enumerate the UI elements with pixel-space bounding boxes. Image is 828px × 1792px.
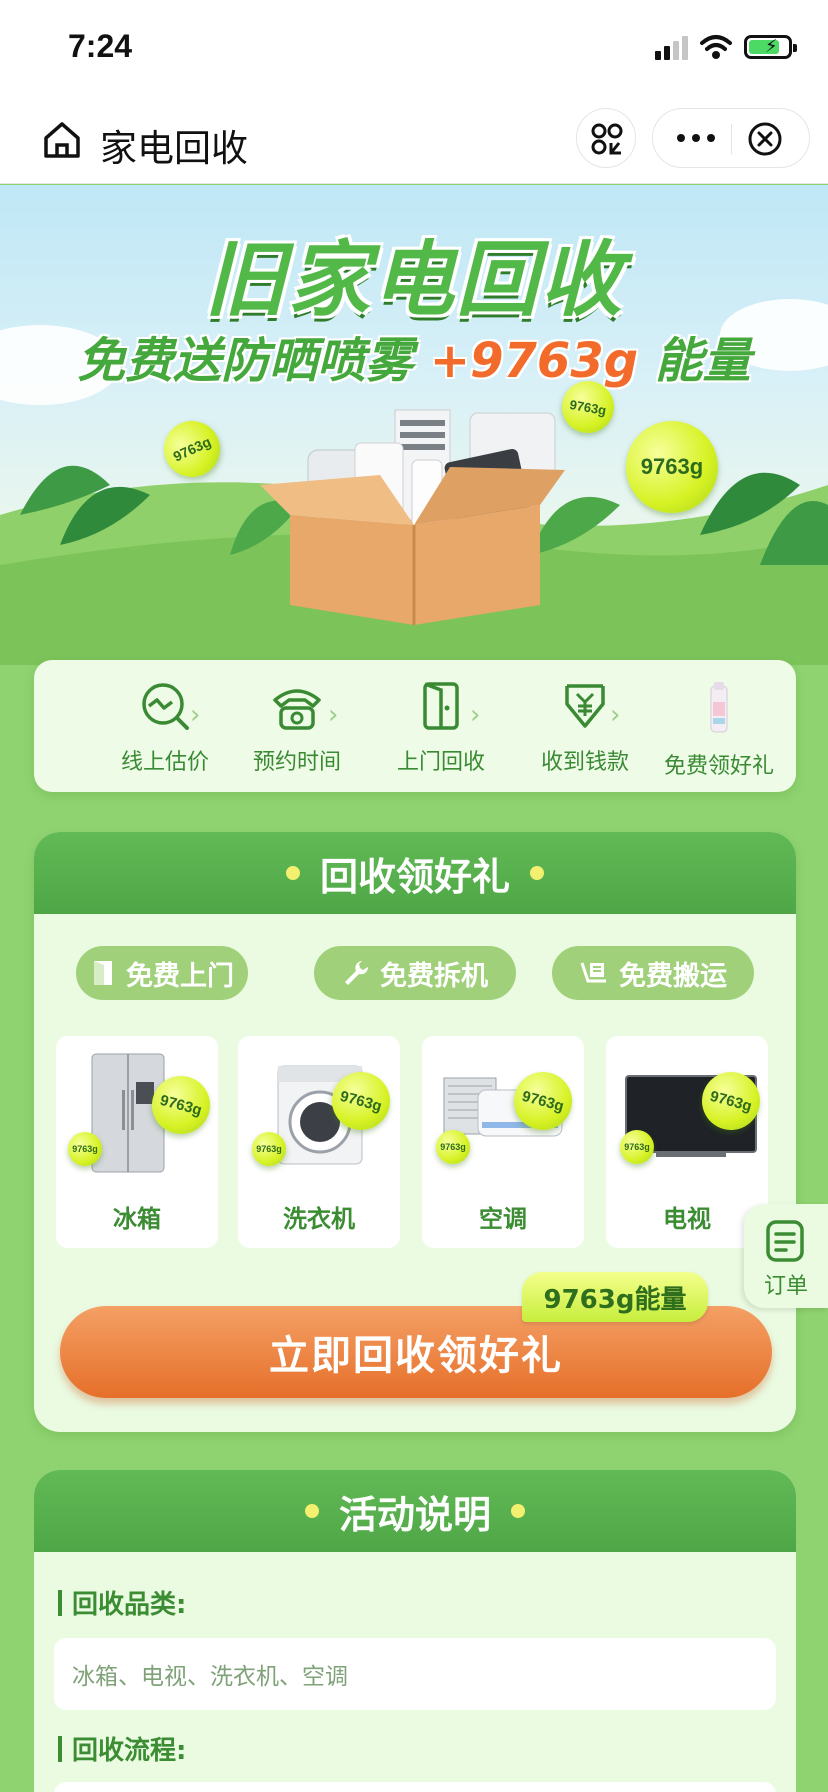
step-price-estimate: 线上估价 [100,680,230,776]
page-title: 家电回收 [100,127,248,170]
heading-bar [58,1589,62,1616]
hero-subtitle-main: 免费送防晒喷雾 [77,333,414,389]
recycle-gift-card: 回收领好礼 免费上门 免费拆机 免费搬运 9763g 9763g 冰箱 9763… [34,832,796,1432]
process-heading: 回收流程: [58,1730,186,1767]
hero-subtitle-suffix: 能量 [654,333,751,389]
appliance-name: 空调 [479,1205,527,1233]
pill-label: 免费搬运 [619,960,727,992]
home-icon[interactable] [40,118,84,162]
header-dot [511,1504,525,1518]
gift-spray-icon [710,682,728,733]
heading-bar [58,1735,62,1762]
step-label: 免费领好礼 [663,754,774,779]
close-icon[interactable] [747,121,783,157]
chevron-right-icon: › [190,700,201,730]
capsule-divider [731,124,732,154]
order-label: 订单 [763,1274,808,1299]
yuan-icon [565,684,605,728]
energy-bubble: 9763g [626,421,718,513]
more-icon[interactable] [671,123,721,153]
header-dot [530,866,544,880]
step-pickup: 上门回收 [376,680,506,776]
chevron-right-icon: › [610,700,621,730]
card-title: 回收领好礼 [319,854,510,899]
appliance-name: 洗衣机 [283,1205,355,1233]
chevron-right-icon: › [328,700,339,730]
energy-badge-small: 9763g [436,1130,470,1164]
cta-energy-badge: 9763g能量 [522,1272,708,1322]
step-label: 预约时间 [252,750,341,775]
step-appointment: 预约时间 [232,680,362,776]
process-title: 回收流程: [72,1736,187,1766]
free-moving-pill: 免费搬运 [552,946,754,1000]
step-gift: 免费领好礼 [654,680,784,780]
order-icon [766,1220,804,1262]
status-bar: 7:24 ⚡ [0,0,828,96]
wifi-icon [700,35,732,59]
step-payment: 收到钱款 [520,680,650,776]
price-estimate-icon [142,683,189,730]
scan-button[interactable] [576,108,636,168]
appliance-fridge[interactable]: 9763g 9763g 冰箱 [56,1036,218,1248]
appliance-washer[interactable]: 9763g 9763g 洗衣机 [238,1036,400,1248]
header-dot [285,866,300,880]
appliance-tv[interactable]: 9763g 9763g 电视 [606,1036,768,1248]
chevron-right-icon: › [470,700,481,730]
cart-icon [580,962,606,983]
energy-badge-small: 9763g [252,1132,286,1166]
status-icons: ⚡ [655,34,797,60]
mini-program-capsule [652,108,810,168]
hero-subtitle: 免费送防晒喷雾 +9763g 能量 [0,321,828,391]
category-title: 回收品类: [72,1590,187,1620]
energy-badge-small: 9763g [620,1130,654,1164]
activity-rules-card: 活动说明 回收品类: 冰箱、电视、洗衣机、空调 回收流程: [34,1470,796,1792]
process-steps-card: 线上估价 › 预约时间 › 上门回收 › 收到钱款 › 免费领好礼 [34,660,796,792]
nav-bar: 家电回收 [0,96,828,184]
step-label: 收到钱款 [540,750,629,775]
door-icon [94,961,112,985]
card-title: 活动说明 [338,1492,491,1537]
pill-label: 免费上门 [126,960,234,992]
free-pickup-pill: 免费上门 [76,946,248,1000]
appliance-aircon[interactable]: 9763g 9763g 空调 [422,1036,584,1248]
signal-icon [655,34,688,60]
header-dot [304,1504,319,1518]
process-value-box [54,1782,776,1792]
wrench-icon [345,961,369,985]
hero-subtitle-energy: +9763g [429,333,639,389]
door-icon [423,682,459,730]
card-header: 回收领好礼 [34,832,796,914]
energy-badge-small: 9763g [68,1132,102,1166]
hero-banner: 旧家电回收 免费送防晒喷雾 +9763g 能量 9763g 9763g 9763… [0,185,828,665]
hero-title: 旧家电回收 [204,233,624,328]
pill-label: 免费拆机 [380,960,488,992]
card-header: 活动说明 [34,1470,796,1552]
free-dismantle-pill: 免费拆机 [314,946,516,1000]
order-float-button[interactable]: 订单 [744,1204,828,1308]
category-value-box: 冰箱、电视、洗衣机、空调 [54,1638,776,1710]
status-time: 7:24 [68,28,133,64]
appliance-name: 冰箱 [113,1205,161,1233]
category-heading: 回收品类: [58,1584,186,1621]
step-label: 上门回收 [396,750,485,775]
scan-icon [591,123,623,155]
phone-icon [273,689,321,730]
battery-icon: ⚡ [744,35,797,59]
step-label: 线上估价 [120,750,209,775]
